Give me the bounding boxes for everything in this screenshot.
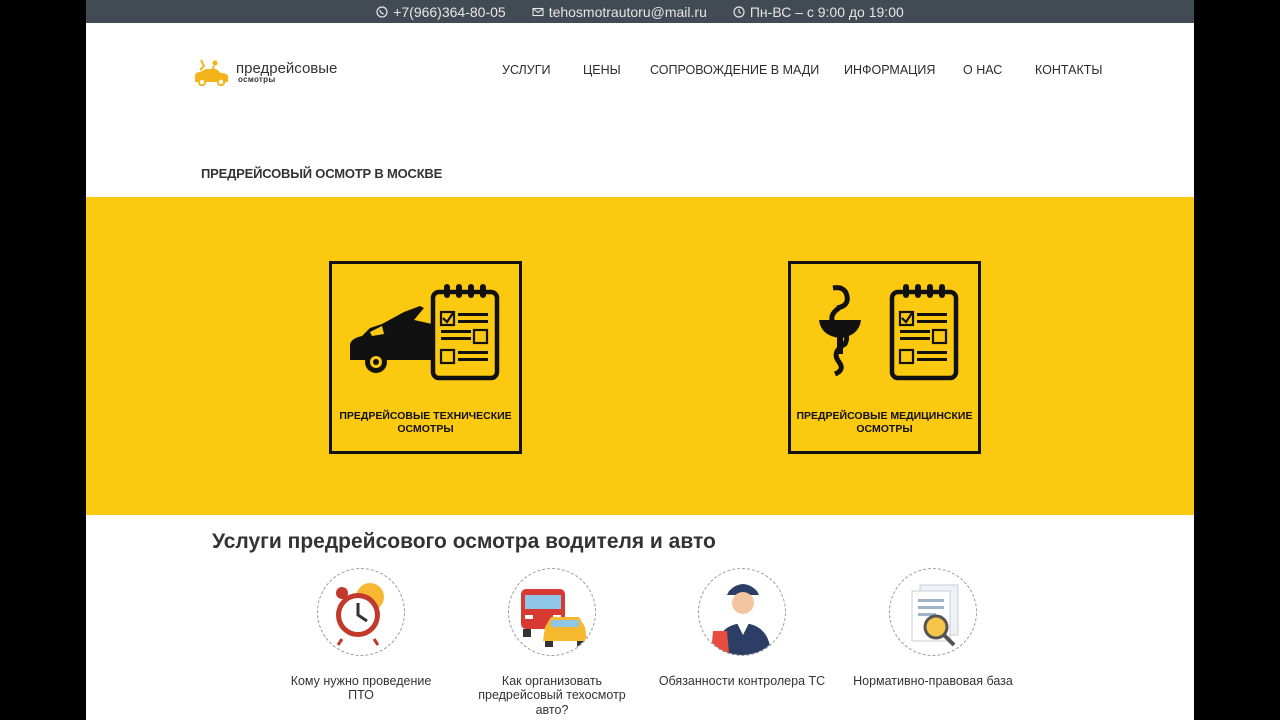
logo-car-icon — [195, 59, 228, 86]
site-logo[interactable]: предрейсовые осмотры — [192, 58, 337, 86]
nav-item-prices[interactable]: ЦЕНЫ — [583, 63, 621, 77]
site-header: предрейсовые осмотры УСЛУГИ ЦЕНЫ СОПРОВО… — [86, 23, 1194, 118]
caption-line: ПРЕДРЕЙСОВЫЕ ТЕХНИЧЕСКИЕ — [339, 410, 512, 422]
tech-inspection-caption: ПРЕДРЕЙСОВЫЕ ТЕХНИЧЕСКИЕ ОСМОТРЫ — [332, 410, 519, 435]
hero-banner: ПРЕДРЕЙСОВЫЕ ТЕХНИЧЕСКИЕ ОСМОТРЫ ПРЕДРЕЙ… — [86, 197, 1194, 515]
logo-sub-text: осмотры — [238, 74, 276, 84]
label-line: Нормативно-правовая база — [853, 674, 1013, 688]
caption-line: ОСМОТРЫ — [856, 422, 913, 435]
service-controller-duties[interactable]: Обязанности контролера ТС — [657, 568, 827, 688]
service-who-needs-pto[interactable]: Кому нужно проведение ПТО — [276, 568, 446, 703]
logo-main-text: предрейсовые — [236, 59, 338, 77]
alarm-clock-icon — [336, 583, 384, 646]
service-image — [698, 568, 786, 656]
envelope-icon — [532, 7, 544, 16]
top-contact-bar: +7(966)364-80-05 tehosmotrautoru@mail.ru… — [86, 0, 1194, 23]
nav-item-contacts[interactable]: КОНТАКТЫ — [1035, 63, 1102, 77]
email-contact[interactable]: tehosmotrautoru@mail.ru — [532, 4, 707, 20]
tech-inspection-card[interactable]: ПРЕДРЕЙСОВЫЕ ТЕХНИЧЕСКИЕ ОСМОТРЫ — [329, 261, 522, 454]
label-line: Как организовать — [501, 674, 603, 688]
label-line: предрейсовый техосмотр — [478, 688, 626, 703]
service-image — [508, 568, 596, 656]
service-image — [889, 568, 977, 656]
nav-item-services[interactable]: УСЛУГИ — [502, 63, 550, 77]
page: +7(966)364-80-05 tehosmotrautoru@mail.ru… — [86, 0, 1194, 720]
mechanic-icon — [711, 584, 771, 655]
service-legal-base[interactable]: Нормативно-правовая база — [848, 568, 1018, 688]
label-line: Кому нужно проведение — [290, 674, 432, 688]
documents-magnifier-icon — [911, 584, 959, 647]
medical-inspection-card[interactable]: ПРЕДРЕЙСОВЫЕ МЕДИЦИНСКИЕ ОСМОТРЫ — [788, 261, 981, 454]
working-hours: Пн-ВС – с 9:00 до 19:00 — [749, 3, 904, 20]
medical-inspection-caption: ПРЕДРЕЙСОВЫЕ МЕДИЦИНСКИЕ ОСМОТРЫ — [791, 410, 978, 435]
service-label: Как организовать предрейсовый техосмотр … — [467, 674, 637, 717]
truck-car-icon — [521, 589, 587, 647]
label-line: Обязанности контролера ТС — [658, 674, 826, 688]
medical-checklist-icon — [819, 284, 959, 381]
hours-info: Пн-ВС – с 9:00 до 19:00 — [733, 4, 904, 20]
label-line: авто? — [535, 702, 569, 717]
car-checklist-icon — [350, 284, 500, 381]
service-label: Обязанности контролера ТС — [657, 674, 827, 688]
phone-number: +7(966)364-80-05 — [393, 3, 506, 20]
nav-item-madi[interactable]: СОПРОВОЖДЕНИЕ В МАДИ — [650, 63, 819, 77]
service-label: Нормативно-правовая база — [848, 674, 1018, 688]
phone-contact[interactable]: +7(966)364-80-05 — [376, 3, 506, 20]
service-label: Кому нужно проведение ПТО — [276, 674, 446, 703]
service-image — [317, 568, 405, 656]
nav-item-about[interactable]: О НАС — [963, 63, 1002, 77]
nav-item-info[interactable]: ИНФОРМАЦИЯ — [844, 63, 935, 77]
email-address: tehosmotrautoru@mail.ru — [548, 3, 707, 20]
service-organize-inspection[interactable]: Как организовать предрейсовый техосмотр … — [467, 568, 637, 717]
whatsapp-icon — [376, 5, 388, 18]
caption-line: ПРЕДРЕЙСОВЫЕ МЕДИЦИНСКИЕ — [796, 410, 973, 422]
caption-line: ОСМОТРЫ — [397, 422, 454, 435]
clock-icon — [733, 5, 745, 18]
label-line: ПТО — [348, 688, 374, 703]
page-title: ПРЕДРЕЙСОВЫЙ ОСМОТР В МОСКВЕ — [201, 166, 443, 181]
services-heading: Услуги предрейсового осмотра водителя и … — [212, 530, 716, 553]
